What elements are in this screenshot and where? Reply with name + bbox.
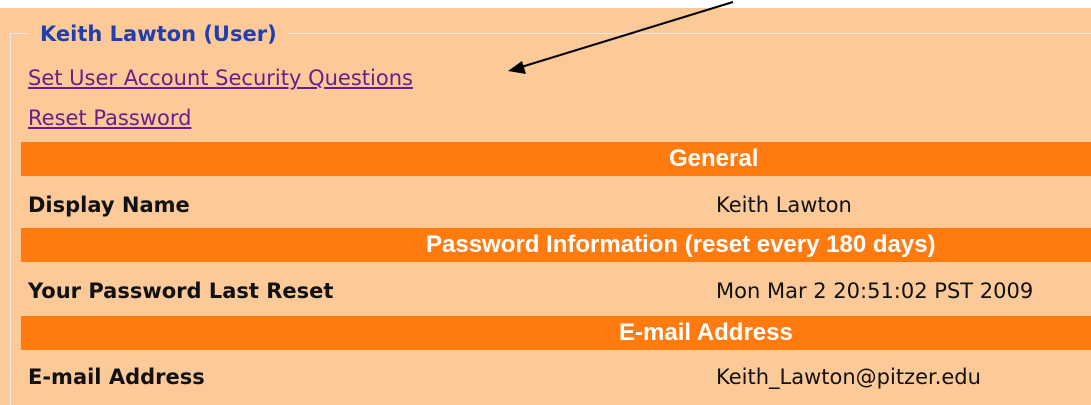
email-address-label: E-mail Address bbox=[28, 365, 205, 389]
user-legend: Keith Lawton (User) bbox=[28, 18, 287, 50]
email-section-header: E-mail Address bbox=[21, 316, 1091, 350]
general-section-header: General bbox=[21, 142, 1091, 176]
display-name-value: Keith Lawton bbox=[716, 193, 852, 217]
password-last-reset-label: Your Password Last Reset bbox=[28, 279, 334, 303]
general-section-title: General bbox=[669, 145, 759, 172]
reset-password-link[interactable]: Reset Password bbox=[28, 104, 191, 132]
user-account-page: Keith Lawton (User) Set User Account Sec… bbox=[0, 0, 1091, 405]
set-security-questions-link[interactable]: Set User Account Security Questions bbox=[28, 64, 413, 92]
email-address-value: Keith_Lawton@pitzer.edu bbox=[716, 365, 981, 389]
display-name-label: Display Name bbox=[28, 193, 190, 217]
password-section-header: Password Information (reset every 180 da… bbox=[21, 228, 1091, 262]
fieldset-border-left bbox=[10, 33, 11, 405]
password-last-reset-value: Mon Mar 2 20:51:02 PST 2009 bbox=[716, 279, 1034, 303]
password-section-title: Password Information (reset every 180 da… bbox=[426, 231, 936, 258]
email-section-title: E-mail Address bbox=[619, 319, 793, 346]
